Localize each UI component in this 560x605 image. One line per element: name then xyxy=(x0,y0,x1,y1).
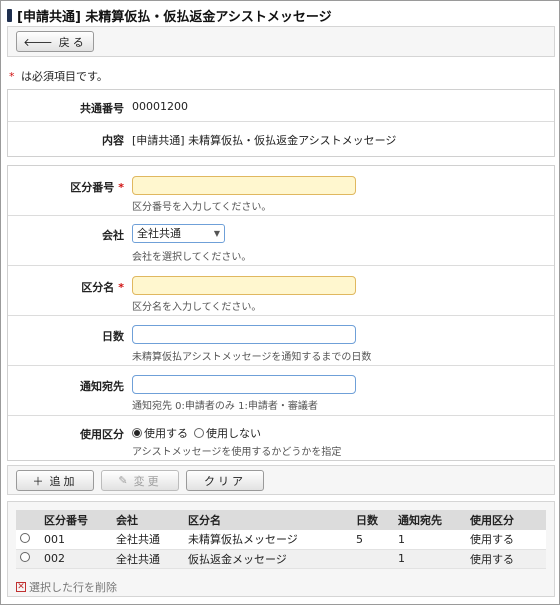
company-hint: 会社を選択してください。 xyxy=(132,252,252,263)
cell-kubun-no: 001 xyxy=(40,530,112,550)
cell-kubun-name: 仮払返金メッセージ xyxy=(184,549,352,569)
row-select-radio[interactable] xyxy=(20,552,30,562)
usage-radio-group: 使用する 使用しない xyxy=(132,425,267,441)
edit-button-label: 変更 xyxy=(133,474,162,488)
cell-company: 全社共通 xyxy=(112,549,184,569)
add-button-label: 追加 xyxy=(49,474,78,488)
plus-icon: ＋ xyxy=(32,474,44,488)
company-row: 会社 全社共通 ▼ 会社を選択してください。 xyxy=(8,216,554,266)
cell-kubun-name: 未精算仮払メッセージ xyxy=(184,530,352,550)
row-select-cell xyxy=(16,530,40,550)
days-input[interactable] xyxy=(132,325,356,344)
col-kubun-no: 区分番号 xyxy=(40,510,112,530)
kubun-name-label: 区分名 * xyxy=(81,281,124,294)
edit-button[interactable]: ✎ 変更 xyxy=(101,470,179,491)
row-select-cell xyxy=(16,549,40,569)
kubun-no-hint: 区分番号を入力してください。 xyxy=(132,202,272,213)
delete-x-icon: ✕ xyxy=(16,581,26,592)
cell-usage: 使用する xyxy=(466,530,546,550)
col-kubun-name: 区分名 xyxy=(184,510,352,530)
form-panel: 区分番号 * 区分番号を入力してください。 会社 全社共通 ▼ 会社を選択してくだ… xyxy=(7,165,555,461)
table-row[interactable]: 001 全社共通 未精算仮払メッセージ 5 1 使用する xyxy=(16,530,546,550)
table-row[interactable]: 002 全社共通 仮払返金メッセージ 1 使用する xyxy=(16,549,546,569)
common-no-value: 00001200 xyxy=(132,100,188,113)
page-title: [申請共通] 未精算仮払・仮払返金アシストメッセージ xyxy=(17,9,332,25)
notify-to-input[interactable] xyxy=(132,375,356,394)
common-no-row: 共通番号 00001200 xyxy=(8,90,554,122)
clear-button[interactable]: クリア xyxy=(186,470,264,491)
chevron-down-icon: ▼ xyxy=(213,229,220,238)
days-hint: 未精算仮払アシストメッセージを通知するまでの日数 xyxy=(132,352,372,363)
kubun-table: 区分番号 会社 区分名 日数 通知宛先 使用区分 001 全社共通 未精算仮払メ… xyxy=(16,510,546,569)
col-days: 日数 xyxy=(352,510,394,530)
days-label: 日数 xyxy=(102,330,124,343)
delete-selected-label: 選択した行を削除 xyxy=(29,581,117,594)
col-select xyxy=(16,510,40,530)
cell-notify: 1 xyxy=(394,530,466,550)
kubun-no-row: 区分番号 * 区分番号を入力してください。 xyxy=(8,166,554,216)
cell-company: 全社共通 xyxy=(112,530,184,550)
clear-button-label: クリア xyxy=(204,474,246,488)
col-usage: 使用区分 xyxy=(466,510,546,530)
required-note-text: は必須項目です。 xyxy=(21,70,108,83)
col-company: 会社 xyxy=(112,510,184,530)
page-frame: [申請共通] 未精算仮払・仮払返金アシストメッセージ 🡐 戻る * は必須項目で… xyxy=(0,0,560,605)
top-toolbar: 🡐 戻る xyxy=(7,26,555,57)
title-marker-icon xyxy=(7,8,12,22)
notify-to-label: 通知宛先 xyxy=(80,380,124,393)
cell-usage: 使用する xyxy=(466,549,546,569)
action-bar: ＋ 追加 ✎ 変更 クリア xyxy=(7,465,555,495)
list-panel: 区分番号 会社 区分名 日数 通知宛先 使用区分 001 全社共通 未精算仮払メ… xyxy=(7,501,555,597)
usage-row: 使用区分 使用する 使用しない アシストメッセージを使用するかどうかを指定 xyxy=(8,416,554,460)
usage-radio-off[interactable] xyxy=(194,428,204,438)
days-row: 日数 未精算仮払アシストメッセージを通知するまでの日数 xyxy=(8,316,554,366)
notify-to-hint: 通知宛先 0:申請者のみ 1:申請者・審議者 xyxy=(132,401,318,412)
content-row: 内容 [申請共通] 未精算仮払・仮払返金アシストメッセージ xyxy=(8,122,554,156)
arrow-left-icon: 🡐 xyxy=(23,35,53,49)
notify-to-row: 通知宛先 通知宛先 0:申請者のみ 1:申請者・審議者 xyxy=(8,366,554,416)
pencil-icon: ✎ xyxy=(118,474,128,487)
add-button[interactable]: ＋ 追加 xyxy=(16,470,94,491)
kubun-no-input[interactable] xyxy=(132,176,356,195)
kubun-no-label: 区分番号 * xyxy=(70,181,124,194)
cell-kubun-no: 002 xyxy=(40,549,112,569)
required-star: * xyxy=(9,70,15,83)
usage-radio-off-label[interactable]: 使用しない xyxy=(206,425,261,441)
required-star: * xyxy=(118,181,124,194)
company-selected-value: 全社共通 xyxy=(137,227,181,240)
cell-days: 5 xyxy=(352,530,394,550)
row-select-radio[interactable] xyxy=(20,532,30,543)
back-button[interactable]: 🡐 戻る xyxy=(16,31,94,52)
col-notify: 通知宛先 xyxy=(394,510,466,530)
required-note: * は必須項目です。 xyxy=(9,68,108,84)
company-label: 会社 xyxy=(102,229,124,242)
back-button-label: 戻る xyxy=(58,35,87,49)
usage-radio-on-label[interactable]: 使用する xyxy=(144,425,188,441)
required-star: * xyxy=(118,281,124,294)
kubun-name-row: 区分名 * 区分名を入力してください。 xyxy=(8,266,554,316)
info-panel: 共通番号 00001200 内容 [申請共通] 未精算仮払・仮払返金アシストメッ… xyxy=(7,89,555,157)
kubun-name-input[interactable] xyxy=(132,276,356,295)
usage-radio-on[interactable] xyxy=(132,428,142,438)
cell-days xyxy=(352,549,394,569)
company-select[interactable]: 全社共通 ▼ xyxy=(132,224,225,243)
usage-label: 使用区分 xyxy=(80,428,124,441)
content-value: [申請共通] 未精算仮払・仮払返金アシストメッセージ xyxy=(132,134,397,147)
usage-hint: アシストメッセージを使用するかどうかを指定 xyxy=(132,447,342,458)
table-header-row: 区分番号 会社 区分名 日数 通知宛先 使用区分 xyxy=(16,510,546,530)
kubun-name-hint: 区分名を入力してください。 xyxy=(132,302,262,313)
cell-notify: 1 xyxy=(394,549,466,569)
delete-selected-link[interactable]: ✕ 選択した行を削除 xyxy=(16,579,117,595)
title-bar: [申請共通] 未精算仮払・仮払返金アシストメッセージ xyxy=(7,6,553,25)
content-label: 内容 xyxy=(102,134,124,147)
common-no-label: 共通番号 xyxy=(80,102,124,115)
